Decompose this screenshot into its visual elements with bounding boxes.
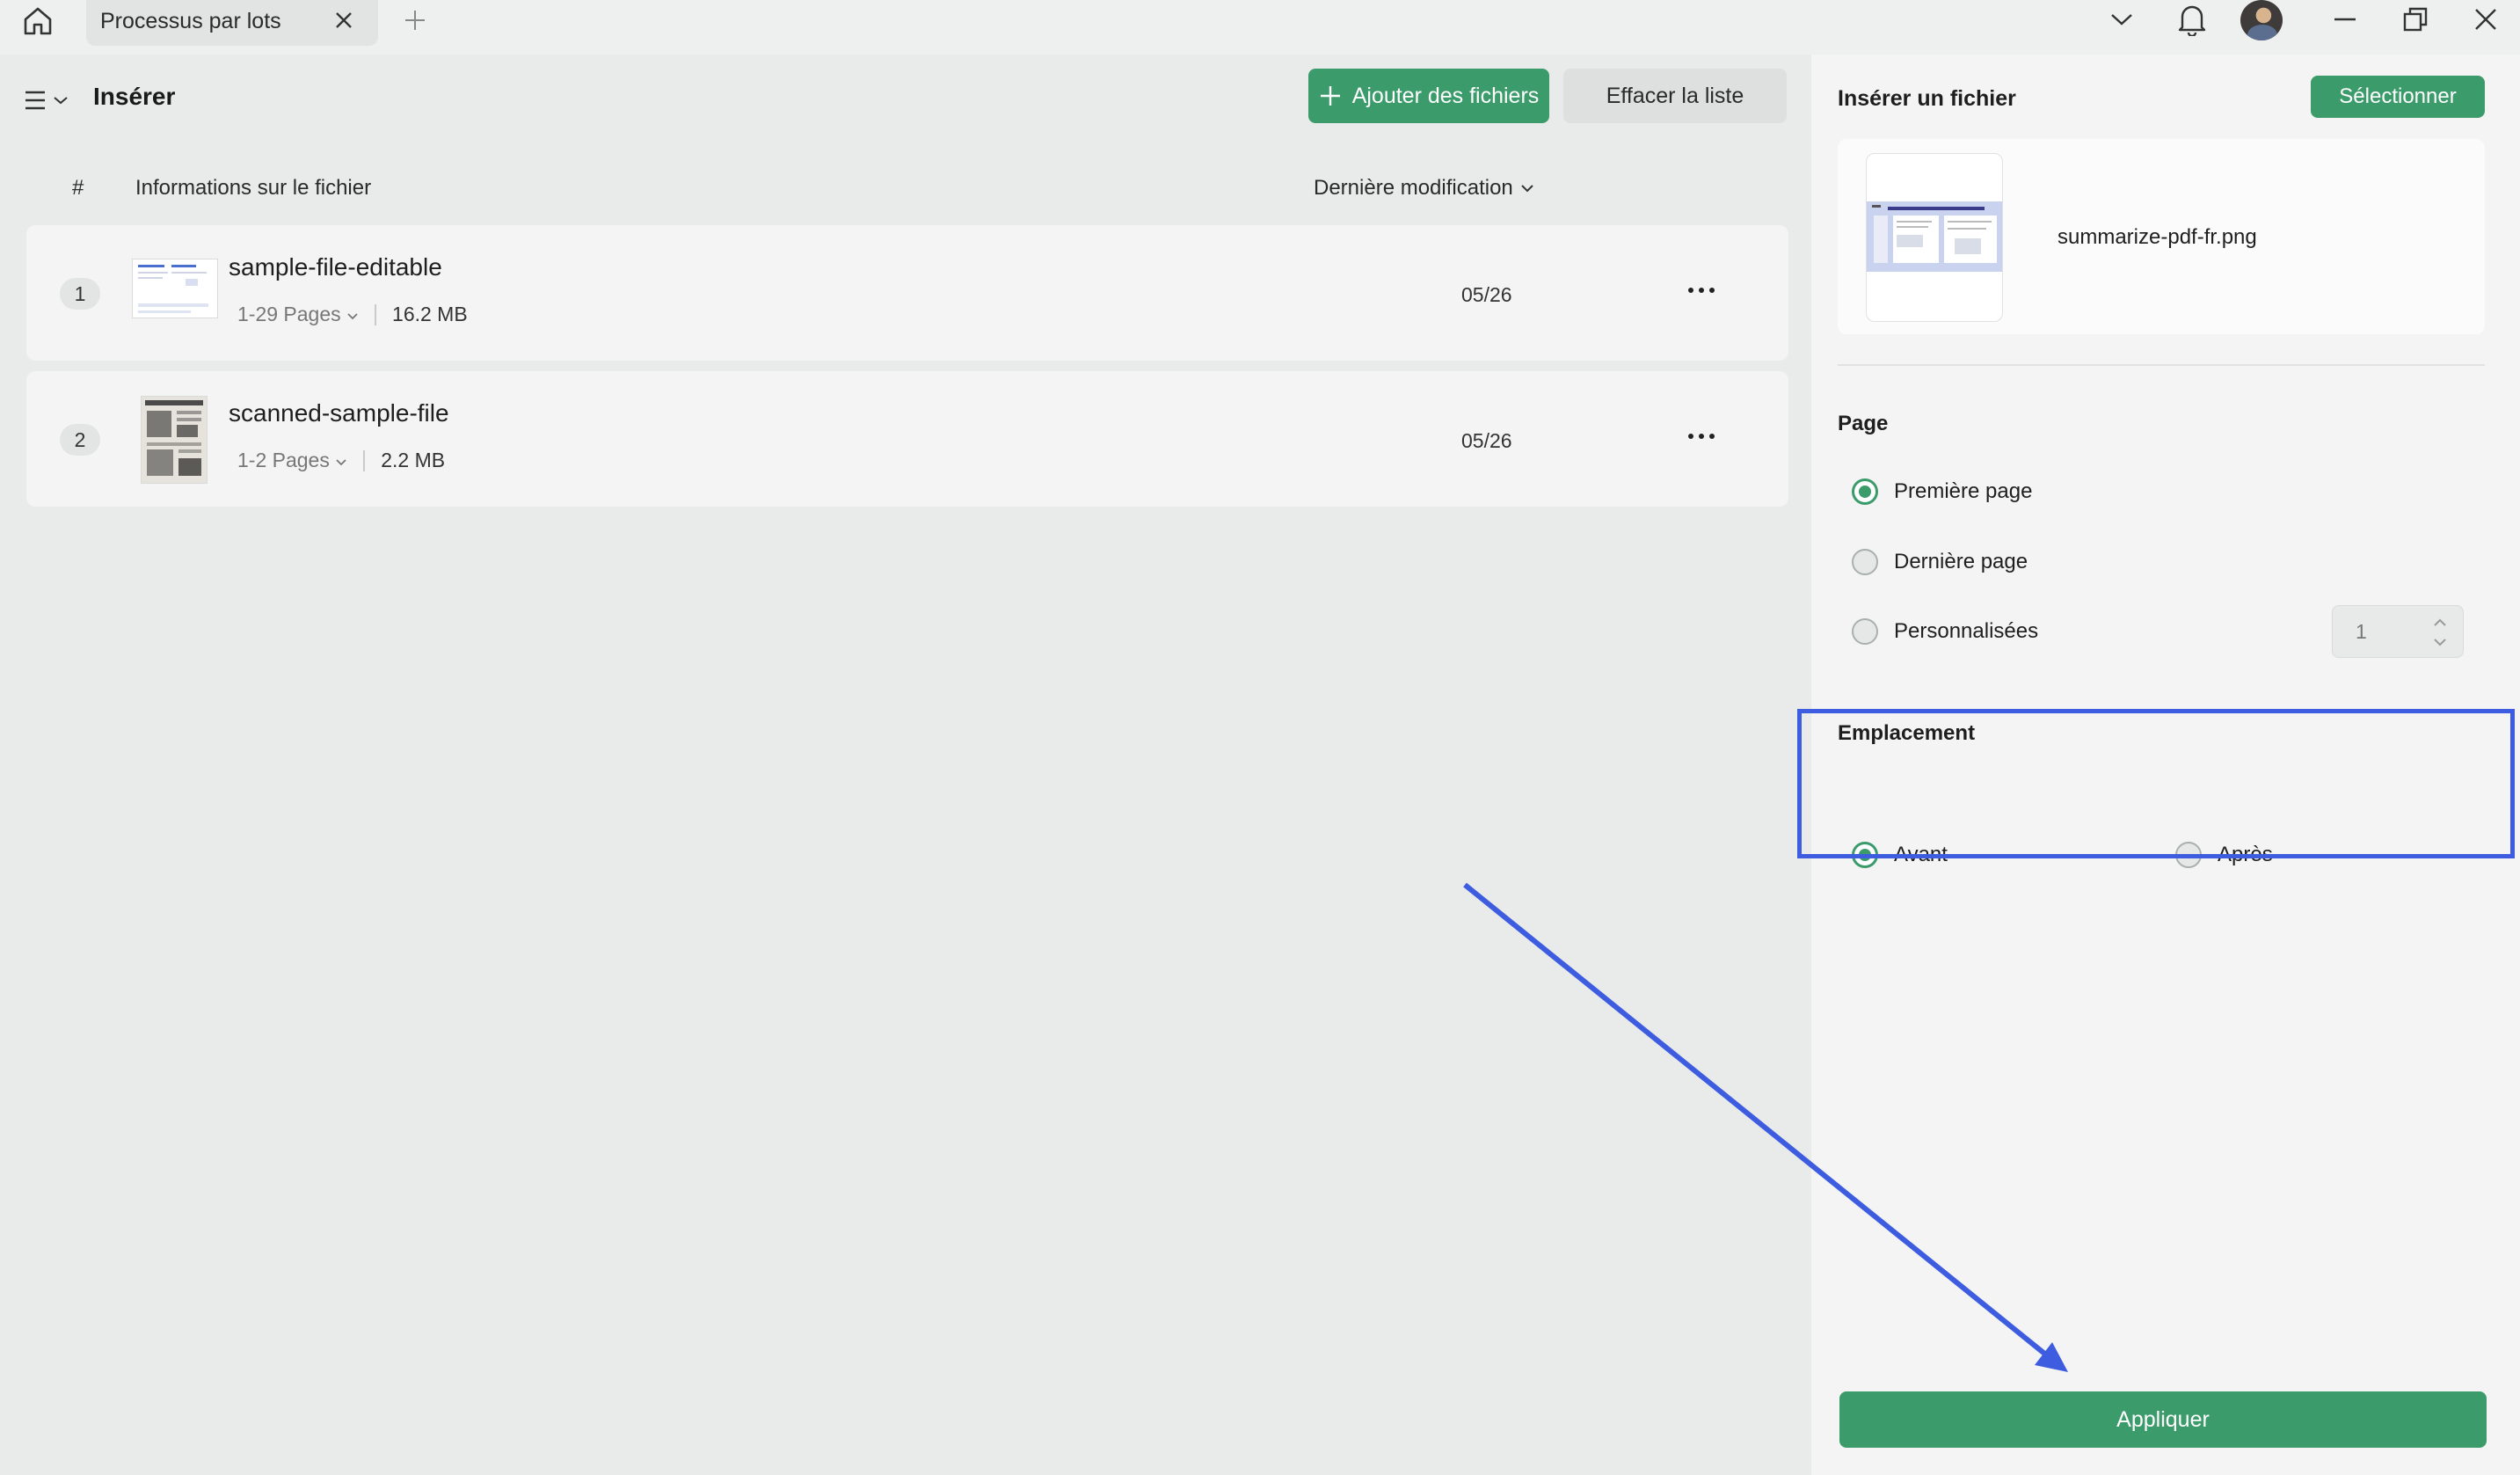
- chevron-down-icon: [2111, 14, 2132, 26]
- file-name: sample-file-editable: [229, 253, 442, 281]
- title-bar: Processus par lots: [0, 0, 2520, 55]
- more-options-icon: [1688, 288, 1693, 293]
- divider: [363, 449, 366, 471]
- chevron-down-icon: [1521, 185, 1533, 193]
- tab-batch-process[interactable]: Processus par lots: [86, 0, 378, 46]
- file-list-panel: Insérer Ajouter des fichiers Effacer la …: [0, 55, 1803, 1475]
- insert-file-name: summarize-pdf-fr.png: [2058, 225, 2257, 249]
- document-thumbnail-icon: [138, 265, 208, 313]
- table-row[interactable]: 2 scanned-sample-file 1-2 Pages 2.2 MB 0…: [26, 371, 1788, 507]
- select-file-button[interactable]: Sélectionner: [2311, 76, 2485, 118]
- tabs-dropdown-button[interactable]: [2100, 0, 2144, 39]
- file-name: scanned-sample-file: [229, 399, 449, 427]
- file-thumbnail: [141, 396, 208, 484]
- file-thumbnail: [132, 259, 218, 318]
- home-button[interactable]: [16, 2, 60, 40]
- apply-button[interactable]: Appliquer: [1839, 1391, 2487, 1448]
- chevron-down-icon: [347, 313, 358, 320]
- hamburger-menu-icon: [25, 91, 45, 110]
- divider: [1838, 364, 2485, 366]
- custom-page-value: 1: [2356, 620, 2367, 643]
- minimize-button[interactable]: [2323, 0, 2367, 39]
- bell-icon: [2178, 5, 2206, 36]
- column-header-last-modified-label: Dernière modification: [1314, 176, 1513, 200]
- file-meta: 1-29 Pages 16.2 MB: [237, 303, 468, 326]
- radio-last-page-label: Dernière page: [1894, 550, 2028, 573]
- column-header-last-modified[interactable]: Dernière modification: [1314, 176, 1534, 201]
- new-tab-button[interactable]: [397, 5, 433, 35]
- page-title: Insérer: [93, 83, 176, 110]
- chevron-down-icon: [336, 459, 346, 466]
- more-options-button[interactable]: [1679, 419, 1723, 454]
- radio-first-page-label: Première page: [1894, 479, 2033, 503]
- plus-icon: [405, 11, 425, 30]
- radio-custom-pages-label: Personnalisées: [1894, 619, 2039, 643]
- avatar[interactable]: [2240, 0, 2283, 40]
- tab-title: Processus par lots: [100, 9, 281, 33]
- file-meta: 1-2 Pages 2.2 MB: [237, 449, 445, 472]
- plus-icon: [1320, 86, 1340, 106]
- file-date: 05/26: [1461, 283, 1512, 306]
- row-number: 2: [60, 424, 100, 456]
- page-range-dropdown[interactable]: 1-2 Pages: [237, 449, 347, 472]
- page-range-label: 1-29 Pages: [237, 303, 341, 325]
- custom-page-stepper[interactable]: 1: [2332, 605, 2464, 658]
- insert-file-thumbnail: [1866, 153, 2003, 322]
- table-row[interactable]: 1 sample-file-editable 1-29 Pages 16.2 M…: [26, 225, 1788, 361]
- column-header-number: #: [72, 176, 84, 200]
- menu-button[interactable]: [23, 83, 72, 118]
- file-size: 2.2 MB: [381, 449, 446, 471]
- row-number: 1: [60, 278, 100, 310]
- stepper-arrows-icon[interactable]: [2429, 613, 2451, 652]
- more-options-icon: [1688, 434, 1693, 439]
- page-section-label: Page: [1838, 412, 1889, 435]
- scanned-page-thumbnail-icon: [142, 397, 207, 483]
- file-size: 16.2 MB: [392, 303, 468, 325]
- image-thumbnail-icon: [1867, 201, 2002, 272]
- restore-button[interactable]: [2393, 0, 2437, 39]
- add-files-button[interactable]: Ajouter des fichiers: [1308, 69, 1549, 123]
- close-icon: [336, 12, 352, 28]
- radio-unselected-icon: [1852, 549, 1878, 575]
- add-files-label: Ajouter des fichiers: [1351, 83, 1540, 108]
- tab-close-button[interactable]: [329, 5, 359, 35]
- clear-list-button[interactable]: Effacer la liste: [1563, 69, 1787, 123]
- close-icon: [2475, 9, 2496, 30]
- notifications-button[interactable]: [2170, 0, 2214, 39]
- minimize-icon: [2334, 18, 2356, 21]
- annotation-highlight-box: [1797, 709, 2515, 858]
- page-range-label: 1-2 Pages: [237, 449, 330, 471]
- divider: [375, 303, 377, 325]
- insert-file-title: Insérer un fichier: [1838, 86, 2016, 111]
- radio-unselected-icon: [1852, 618, 1878, 645]
- radio-first-page[interactable]: Première page: [1852, 478, 2032, 505]
- insert-file-card: summarize-pdf-fr.png: [1838, 139, 2485, 334]
- radio-custom-pages[interactable]: Personnalisées: [1852, 618, 2038, 645]
- column-header-file-info: Informations sur le fichier: [135, 176, 372, 200]
- chevron-down-icon: [54, 97, 68, 105]
- page-range-dropdown[interactable]: 1-29 Pages: [237, 303, 359, 326]
- restore-icon: [2403, 7, 2428, 32]
- radio-last-page[interactable]: Dernière page: [1852, 549, 2028, 575]
- more-options-button[interactable]: [1679, 273, 1723, 308]
- file-date: 05/26: [1461, 429, 1512, 452]
- window-close-button[interactable]: [2464, 0, 2508, 39]
- home-icon: [24, 7, 52, 35]
- radio-selected-icon: [1852, 478, 1878, 505]
